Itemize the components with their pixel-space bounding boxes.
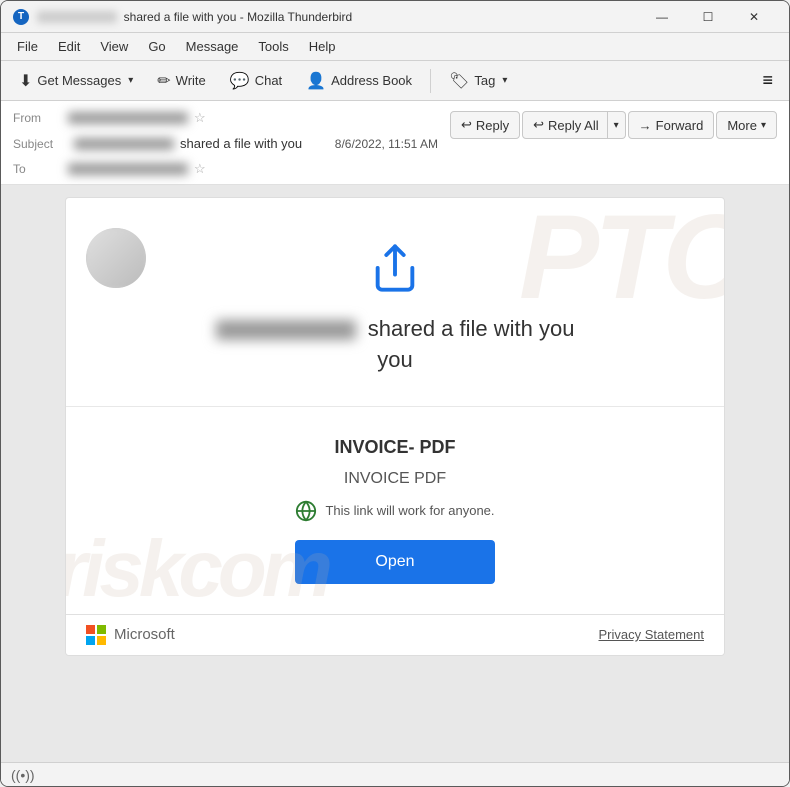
write-icon: ✏	[157, 71, 170, 91]
from-email-value	[68, 112, 188, 124]
ms-grid-cell-2	[97, 625, 106, 634]
more-button[interactable]: More ▾	[716, 111, 777, 139]
globe-icon	[295, 500, 317, 522]
get-messages-icon: ⬇	[19, 71, 32, 91]
window-title: shared a file with you - Mozilla Thunder…	[37, 10, 639, 24]
email-action-bar: From ☆ Subject shared a file with you 8/…	[1, 101, 789, 185]
more-chevron-icon: ▾	[761, 120, 766, 131]
ms-grid-cell-3	[86, 636, 95, 645]
title-bar: T shared a file with you - Mozilla Thund…	[1, 1, 789, 33]
status-bar: ((•))	[1, 762, 789, 786]
chat-button[interactable]: 💬 Chat	[220, 66, 292, 96]
to-star-icon[interactable]: ☆	[194, 161, 206, 177]
forward-icon: →	[639, 118, 652, 133]
reply-button[interactable]: ↩ Reply	[450, 111, 520, 139]
status-icon: ((•))	[11, 767, 35, 783]
email-card: PTC riskcom	[65, 197, 725, 656]
tag-dropdown-icon[interactable]: ▾	[502, 75, 507, 86]
ms-grid-cell-4	[97, 636, 106, 645]
open-button[interactable]: Open	[295, 540, 495, 584]
sender-avatar	[86, 228, 146, 288]
menu-message[interactable]: Message	[178, 37, 247, 56]
link-notice: This link will work for anyone.	[295, 500, 494, 522]
reply-all-button[interactable]: ↩ Reply All	[522, 111, 607, 139]
write-button[interactable]: ✏ Write	[147, 66, 216, 96]
file-name-sub: INVOICE PDF	[344, 470, 446, 488]
action-buttons: ↩ Reply ↩ Reply All ▾ → Forward More ▾	[450, 111, 777, 139]
email-card-inner: PTC riskcom	[66, 198, 724, 655]
to-email-value	[68, 163, 188, 175]
card-top: shared a file with you you	[66, 198, 724, 407]
subject-field: Subject shared a file with you 8/6/2022,…	[13, 133, 438, 154]
tag-icon: 🏷	[449, 71, 469, 91]
reply-icon: ↩	[461, 117, 472, 133]
minimize-button[interactable]: —	[639, 1, 685, 33]
chat-icon: 💬	[230, 71, 250, 91]
email-timestamp: 8/6/2022, 11:51 AM	[335, 137, 438, 151]
menu-file[interactable]: File	[9, 37, 46, 56]
tag-button[interactable]: 🏷 Tag ▾	[439, 66, 517, 96]
main-window: T shared a file with you - Mozilla Thund…	[0, 0, 790, 787]
subject-sender-blurred	[74, 138, 174, 150]
get-messages-dropdown-icon[interactable]: ▾	[128, 75, 133, 86]
menu-tools[interactable]: Tools	[250, 37, 296, 56]
reply-all-group: ↩ Reply All ▾	[522, 111, 626, 139]
ms-grid-cell-1	[86, 625, 95, 634]
address-book-icon: 👤	[306, 71, 326, 91]
maximize-button[interactable]: ☐	[685, 1, 731, 33]
window-controls: — ☐ ✕	[639, 1, 777, 33]
reply-all-chevron-icon: ▾	[614, 120, 619, 131]
share-icon	[369, 242, 421, 294]
menu-go[interactable]: Go	[140, 37, 173, 56]
subject-text: shared a file with you	[180, 136, 302, 151]
card-bottom: INVOICE- PDF INVOICE PDF This link will …	[66, 407, 724, 614]
toolbar: ⬇ Get Messages ▾ ✏ Write 💬 Chat 👤 Addres…	[1, 61, 789, 101]
file-name-large: INVOICE- PDF	[334, 437, 455, 458]
card-heading: shared a file with you you	[96, 314, 694, 376]
avatar-image	[86, 228, 146, 288]
email-content: PTC riskcom	[1, 185, 789, 762]
address-book-button[interactable]: 👤 Address Book	[296, 66, 422, 96]
privacy-statement-link[interactable]: Privacy Statement	[599, 627, 705, 642]
menu-view[interactable]: View	[92, 37, 136, 56]
menu-edit[interactable]: Edit	[50, 37, 88, 56]
to-field: To ☆	[13, 158, 206, 180]
ms-grid-icon	[86, 625, 106, 645]
from-star-icon[interactable]: ☆	[194, 110, 206, 126]
email-footer: Microsoft Privacy Statement	[66, 614, 724, 655]
reply-all-icon: ↩	[533, 117, 544, 133]
menu-bar: File Edit View Go Message Tools Help	[1, 33, 789, 61]
share-icon-wrap	[365, 238, 425, 298]
reply-all-dropdown-button[interactable]: ▾	[608, 111, 626, 139]
sender-name-blurred	[216, 320, 356, 340]
close-button[interactable]: ✕	[731, 1, 777, 33]
from-label: From	[13, 111, 68, 125]
subject-label: Subject	[13, 137, 68, 151]
microsoft-logo: Microsoft	[86, 625, 175, 645]
toolbar-divider	[430, 69, 431, 93]
to-label: To	[13, 162, 68, 176]
app-icon: T	[13, 9, 29, 25]
get-messages-button[interactable]: ⬇ Get Messages ▾	[9, 66, 143, 96]
from-field: From ☆	[13, 107, 206, 129]
menu-help[interactable]: Help	[301, 37, 344, 56]
sender-email-title	[37, 11, 117, 23]
microsoft-text: Microsoft	[114, 626, 175, 643]
forward-button[interactable]: → Forward	[628, 111, 715, 139]
hamburger-menu-button[interactable]: ≡	[754, 66, 781, 95]
